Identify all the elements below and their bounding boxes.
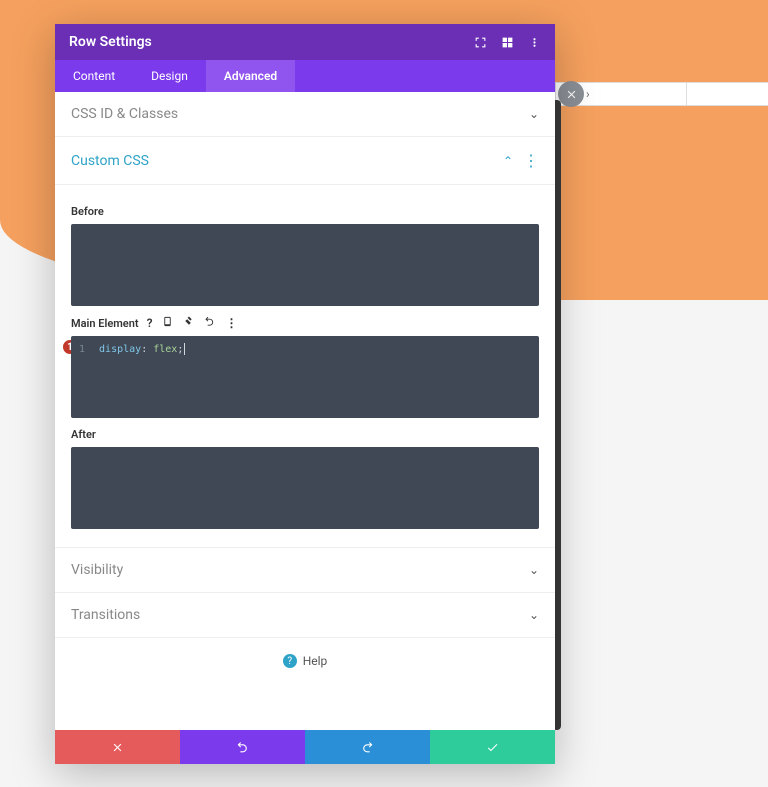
code-property: display <box>99 344 141 355</box>
css-before-input[interactable] <box>71 224 539 306</box>
panel-header: Row Settings <box>55 24 555 60</box>
field-label-before: Before <box>71 205 539 218</box>
help-icon: ? <box>283 654 297 668</box>
code-value: flex <box>153 344 177 355</box>
help-icon[interactable]: ? <box>147 316 153 330</box>
section-custom-css[interactable]: Custom CSS ⌃ ⋮ <box>55 137 555 185</box>
tab-content[interactable]: Content <box>55 60 133 92</box>
close-icon <box>565 88 578 101</box>
chevron-right-icon: › <box>586 87 590 101</box>
more-icon[interactable] <box>528 36 541 49</box>
section-label: Custom CSS <box>71 153 149 169</box>
section-custom-css-body: Before Main Element ? ⋮ 1 1 display: fle… <box>55 185 555 547</box>
field-more-icon[interactable]: ⋮ <box>225 316 237 330</box>
panel-tabs: Content Design Advanced <box>55 60 555 92</box>
cancel-button[interactable] <box>55 730 180 764</box>
section-label: Transitions <box>71 607 140 623</box>
help-link[interactable]: ? Help <box>55 638 555 680</box>
tab-advanced[interactable]: Advanced <box>206 60 295 92</box>
redo-icon <box>361 741 374 754</box>
save-button[interactable] <box>430 730 555 764</box>
section-label: CSS ID & Classes <box>71 106 178 122</box>
redo-button[interactable] <box>305 730 430 764</box>
section-more-icon[interactable]: ⋮ <box>523 151 539 170</box>
line-number: 1 <box>79 342 93 358</box>
section-label: Visibility <box>71 562 123 578</box>
row-settings-panel: Row Settings Content Design Advanced CSS… <box>55 24 555 764</box>
expand-icon[interactable] <box>474 36 487 49</box>
panel-body: CSS ID & Classes ⌄ Custom CSS ⌃ ⋮ Before… <box>55 92 555 730</box>
section-css-id-classes[interactable]: CSS ID & Classes ⌄ <box>55 92 555 137</box>
css-after-input[interactable] <box>71 447 539 529</box>
chevron-down-icon: ⌄ <box>529 107 539 121</box>
tab-design[interactable]: Design <box>133 60 206 92</box>
undo-icon[interactable] <box>204 316 215 330</box>
undo-button[interactable] <box>180 730 305 764</box>
undo-icon <box>236 741 249 754</box>
panel-title: Row Settings <box>69 34 152 50</box>
field-label-after: After <box>71 428 539 441</box>
field-label-main: Main Element ? ⋮ <box>71 316 539 330</box>
builder-background-toolbar: › <box>555 82 768 106</box>
chevron-down-icon: ⌄ <box>529 563 539 577</box>
text-cursor <box>184 343 185 355</box>
builder-close-button[interactable] <box>558 81 584 107</box>
check-icon <box>486 741 499 754</box>
section-visibility[interactable]: Visibility ⌄ <box>55 547 555 593</box>
chevron-up-icon: ⌃ <box>503 154 513 168</box>
panel-footer <box>55 730 555 764</box>
hover-icon[interactable] <box>183 316 194 330</box>
chevron-down-icon: ⌄ <box>529 608 539 622</box>
section-transitions[interactable]: Transitions ⌄ <box>55 593 555 638</box>
toolbar-divider <box>686 83 687 105</box>
css-main-input[interactable]: 1 display: flex; <box>71 336 539 418</box>
grid-icon[interactable] <box>501 36 514 49</box>
tablet-icon[interactable] <box>162 316 173 330</box>
close-icon <box>111 741 124 754</box>
